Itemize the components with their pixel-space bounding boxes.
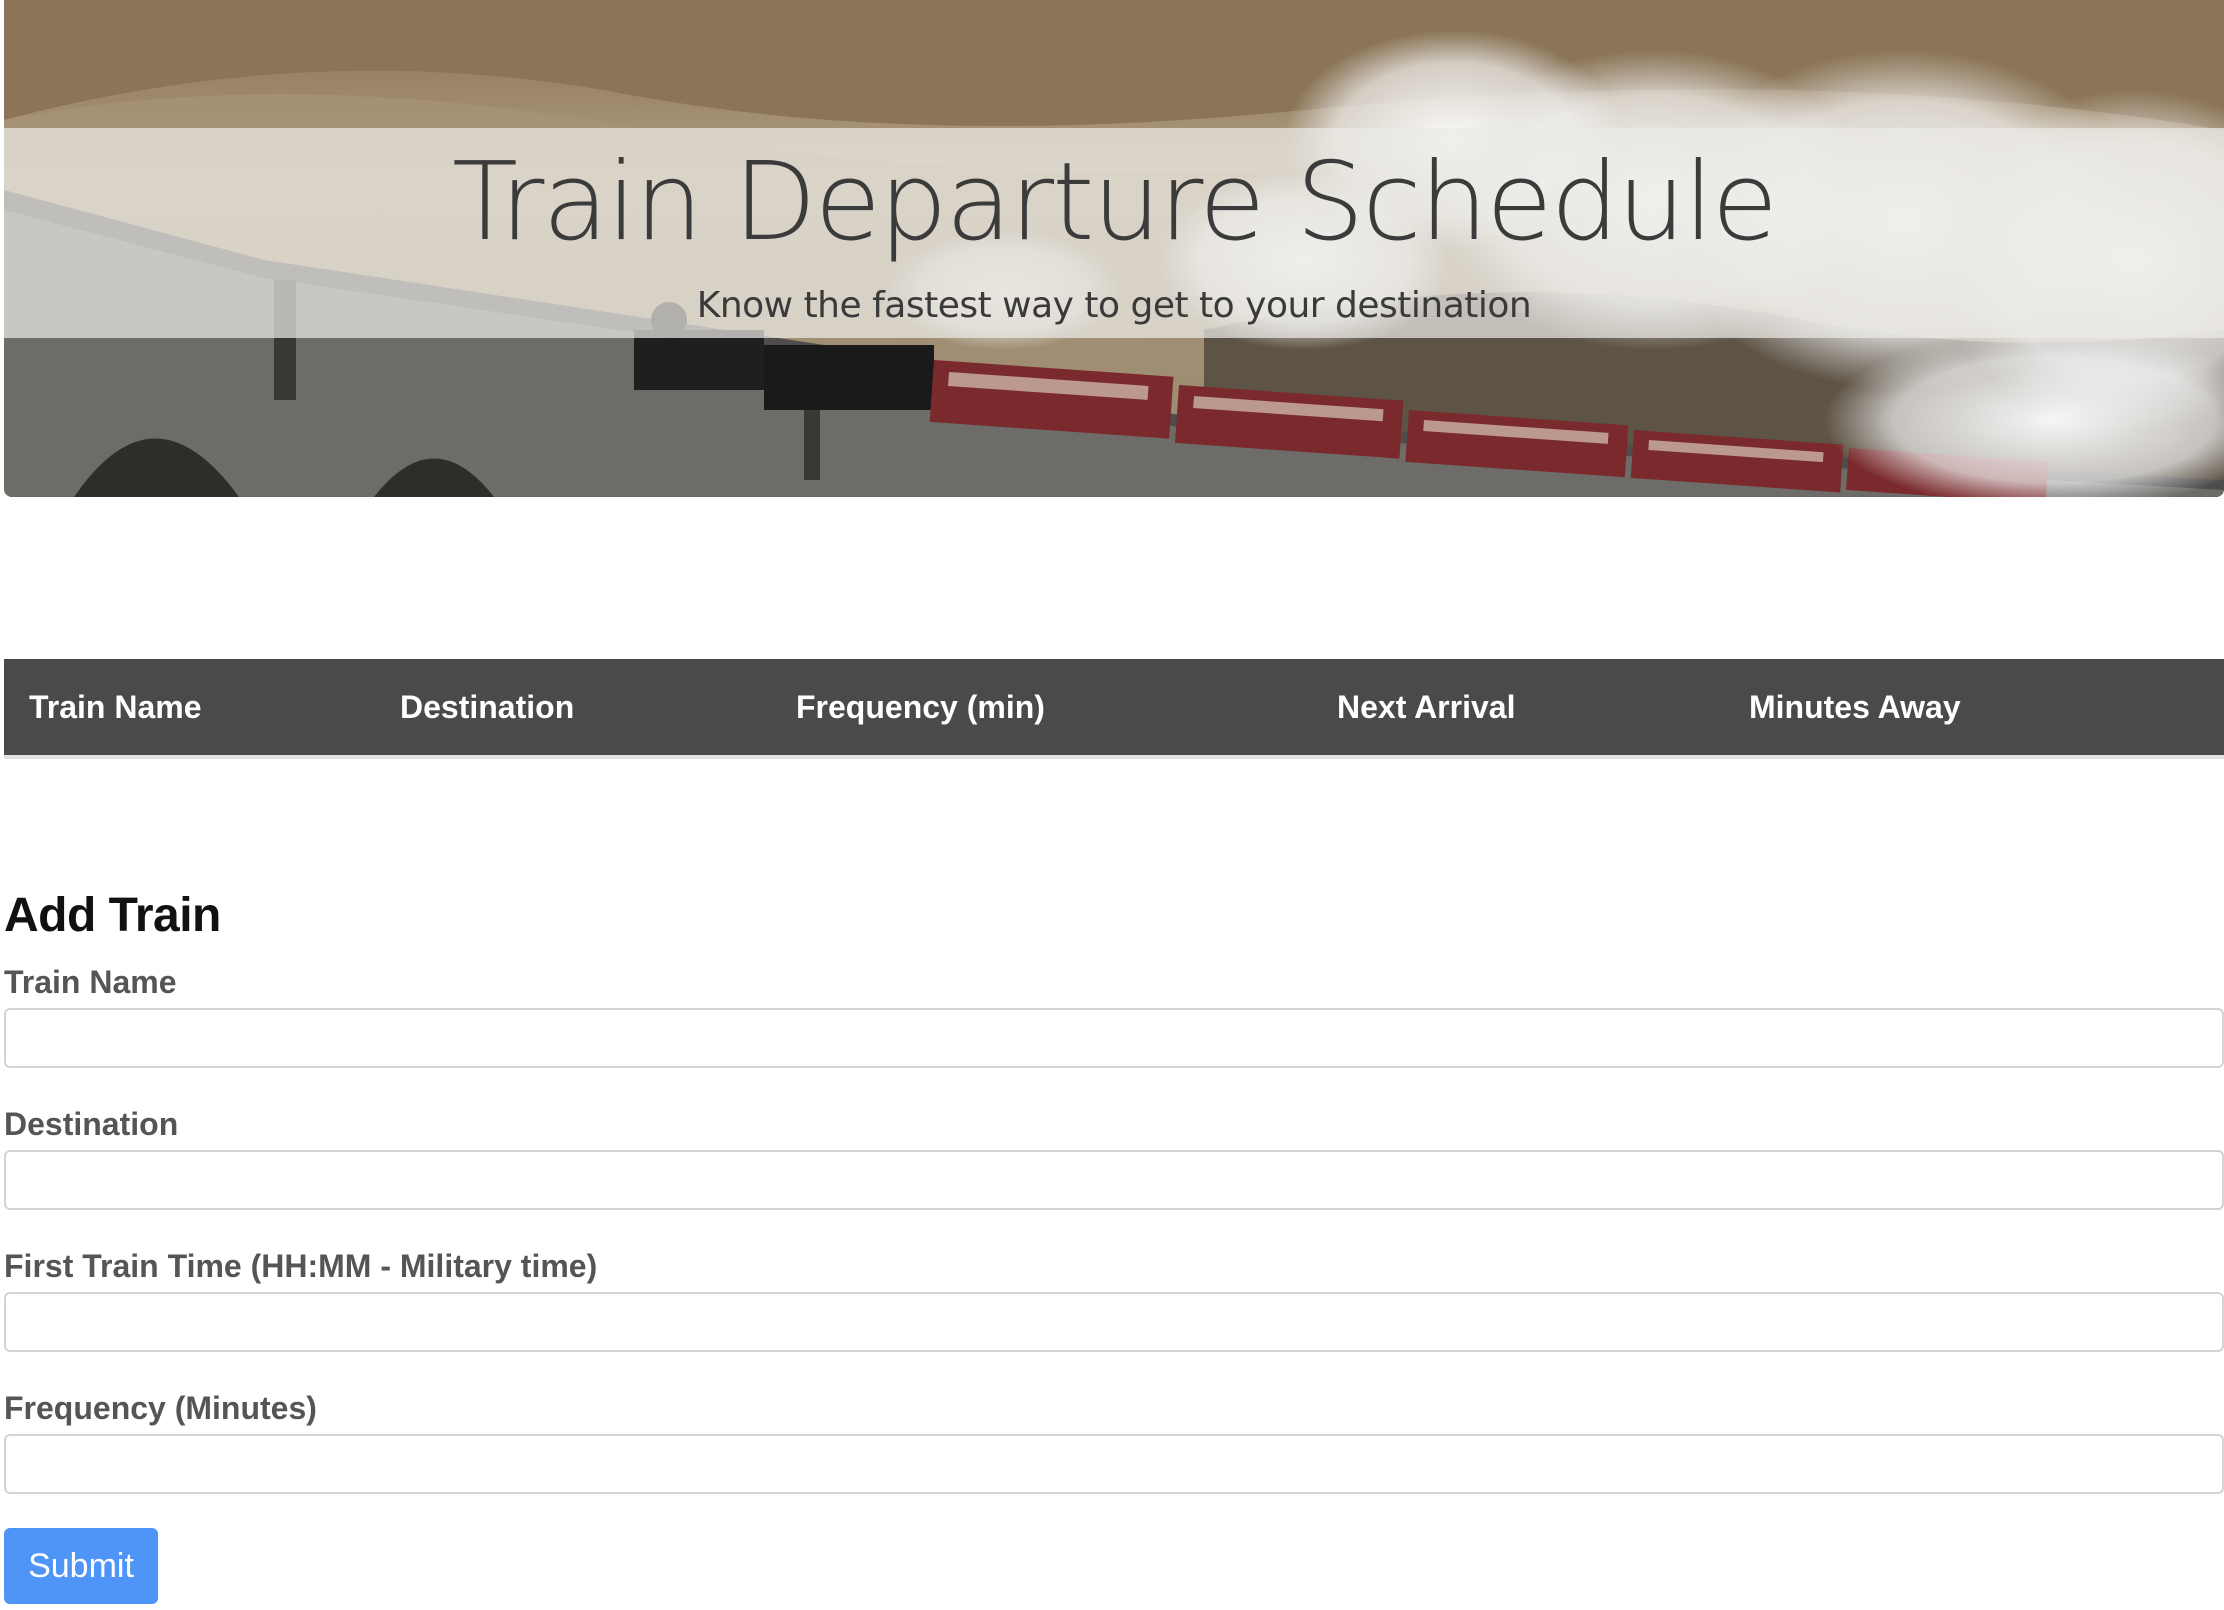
table-divider xyxy=(4,755,2224,759)
frequency-label: Frequency (Minutes) xyxy=(4,1390,317,1426)
train-schedule-table: Train Name Destination Frequency (min) N… xyxy=(4,659,2224,755)
hero-caption-band: Train Departure Schedule Know the fastes… xyxy=(4,128,2224,338)
page-subtitle: Know the fastest way to get to your dest… xyxy=(696,285,1532,326)
page-title: Train Departure Schedule xyxy=(451,140,1778,265)
page: Train Departure Schedule Know the fastes… xyxy=(0,0,2224,1610)
table-header-row: Train Name Destination Frequency (min) N… xyxy=(4,659,2224,755)
column-header-minutes-away: Minutes Away xyxy=(1749,688,1961,725)
table-header: Train Name Destination Frequency (min) N… xyxy=(4,659,2224,755)
frequency-input[interactable] xyxy=(4,1434,2224,1494)
first-train-time-input[interactable] xyxy=(4,1292,2224,1352)
add-train-heading: Add Train xyxy=(4,889,221,942)
train-name-input[interactable] xyxy=(4,1008,2224,1068)
destination-label: Destination xyxy=(4,1106,179,1142)
submit-button[interactable]: Submit xyxy=(4,1528,158,1604)
column-header-frequency: Frequency (min) xyxy=(796,688,1045,725)
column-header-destination: Destination xyxy=(400,688,575,725)
column-header-train-name: Train Name xyxy=(29,688,202,725)
destination-input[interactable] xyxy=(4,1150,2224,1210)
column-header-next-arrival: Next Arrival xyxy=(1337,688,1516,725)
first-train-time-label: First Train Time (HH:MM - Military time) xyxy=(4,1248,598,1284)
train-name-label: Train Name xyxy=(4,964,177,1000)
hero-banner: Train Departure Schedule Know the fastes… xyxy=(4,0,2224,497)
